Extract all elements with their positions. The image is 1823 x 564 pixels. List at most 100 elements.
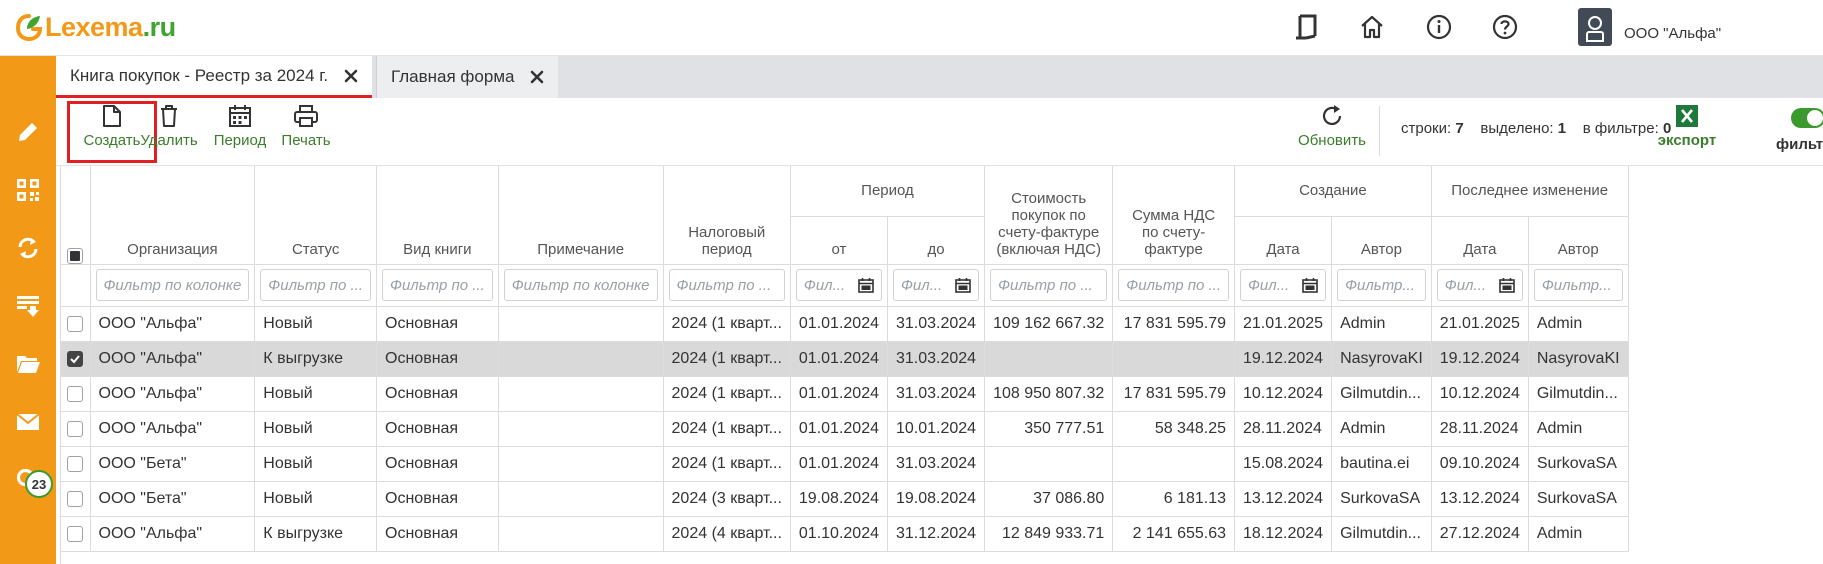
print-button[interactable]: Печать: [277, 104, 335, 160]
export-button[interactable]: экспорт: [1656, 104, 1718, 160]
calendar-icon[interactable]: [858, 277, 874, 293]
cell-m-author: NasyrovaKI: [1528, 341, 1629, 377]
table-row[interactable]: ООО "Альфа" К выгрузке Основная 2024 (4 ква…: [61, 516, 1629, 552]
purchase-book-table: Организация Статус Вид книги Примечание …: [61, 166, 1629, 552]
home-icon[interactable]: [1357, 12, 1387, 42]
col-header-created-author[interactable]: Автор: [1331, 216, 1432, 265]
filter-org-input[interactable]: Фильтр по колонке: [95, 269, 250, 301]
close-icon[interactable]: [528, 68, 546, 86]
lexema-logo[interactable]: Lexema.ru: [14, 9, 176, 45]
filter-kind-input[interactable]: Фильтр по ...: [382, 269, 493, 301]
table-row[interactable]: ООО "Бета" Новый Основная 2024 (3 кварт... 1…: [61, 481, 1629, 517]
tab-purchase-book[interactable]: Книга покупок - Реестр за 2024 г.: [56, 56, 373, 98]
table-row[interactable]: ООО "Альфа" К выгрузке Основная 2024 (1 ква…: [61, 341, 1629, 377]
cell-tax-period: 2024 (1 кварт...: [663, 341, 791, 377]
filter-created-date-input[interactable]: Фил...: [1240, 269, 1327, 301]
cell-cost: 109 162 667.32: [984, 306, 1114, 342]
col-header-cost[interactable]: Стоимость покупок по счету-фактуре (вклю…: [984, 166, 1114, 265]
filter-modified-author-input[interactable]: Фильтр...: [1533, 269, 1623, 301]
filter-placeholder: Фильтр...: [1541, 276, 1612, 294]
mail-icon[interactable]: [0, 400, 56, 444]
filter-cell: Фил...: [790, 264, 888, 307]
create-label: Создать: [83, 132, 141, 149]
filter-from-input[interactable]: Фил...: [795, 269, 882, 301]
filter-placeholder: Фильтр по колонке: [103, 276, 242, 294]
col-header-to[interactable]: до: [887, 216, 986, 265]
filter-toggle[interactable]: [1791, 108, 1823, 128]
col-header-status[interactable]: Статус: [254, 166, 378, 265]
cell-c-date: 18.12.2024: [1234, 516, 1333, 552]
refresh-button[interactable]: Обновить: [1292, 104, 1372, 160]
cell-org: ООО "Бета": [90, 446, 256, 482]
cell-c-author: Gilmutdin...: [1331, 516, 1432, 552]
download-list-icon[interactable]: [0, 284, 56, 328]
row-checkbox[interactable]: [67, 490, 84, 507]
user-menu[interactable]: ООО "Альфа": [1578, 8, 1721, 46]
cell-kind: Основная: [376, 446, 499, 482]
select-all-checkbox[interactable]: [67, 247, 84, 263]
cell-vat: [1112, 446, 1235, 482]
cell-note: [498, 446, 664, 482]
filter-placeholder: Фил...: [900, 276, 943, 294]
table-row[interactable]: ООО "Альфа" Новый Основная 2024 (1 кварт...…: [61, 376, 1629, 412]
info-icon[interactable]: [1424, 12, 1454, 42]
cell-kind: Основная: [376, 341, 499, 377]
col-header-modified-author[interactable]: Автор: [1528, 216, 1629, 265]
cell-org: ООО "Альфа": [90, 516, 256, 552]
close-icon[interactable]: [342, 67, 360, 85]
cell-c-date: 21.01.2025: [1234, 306, 1333, 342]
filter-created-author-input[interactable]: Фильтр...: [1337, 269, 1426, 301]
filter-modified-date-input[interactable]: Фил...: [1436, 269, 1523, 301]
row-checkbox[interactable]: [67, 455, 84, 472]
pencil-icon[interactable]: [0, 110, 56, 154]
col-header-note[interactable]: Примечание: [498, 166, 664, 265]
calendar-icon[interactable]: [955, 277, 971, 293]
calendar-icon[interactable]: [1499, 277, 1515, 293]
filter-cost-input[interactable]: Фильтр по ...: [990, 269, 1108, 301]
calendar-icon[interactable]: [1302, 277, 1318, 293]
col-header-vat[interactable]: Сумма НДС по счету-фактуре: [1112, 166, 1235, 265]
document-icon[interactable]: [1292, 12, 1322, 42]
delete-button[interactable]: Удалить: [139, 104, 199, 160]
cell-to: 31.03.2024: [887, 376, 986, 412]
filter-status-input[interactable]: Фильтр по ...: [260, 269, 372, 301]
help-icon[interactable]: [1490, 12, 1520, 42]
toolbar-divider: [1379, 106, 1380, 156]
cell-status: К выгрузке: [254, 516, 378, 552]
period-button[interactable]: Период: [211, 104, 269, 160]
row-checkbox-cell: [61, 516, 91, 552]
cell-org: ООО "Альфа": [90, 306, 256, 342]
col-header-org[interactable]: Организация: [90, 166, 256, 265]
cell-from: 01.10.2024: [790, 516, 888, 552]
filter-placeholder: Фильтр по колонке: [511, 276, 650, 294]
filter-cell: Фильтр по ...: [254, 264, 378, 307]
row-checkbox[interactable]: [67, 525, 84, 542]
filter-vat-input[interactable]: Фильтр по ...: [1118, 269, 1229, 301]
col-header-from[interactable]: от: [790, 216, 888, 265]
cell-m-date: 09.10.2024: [1431, 446, 1529, 482]
table-row[interactable]: ООО "Бета" Новый Основная 2024 (1 кварт... 0…: [61, 446, 1629, 482]
table-row[interactable]: ООО "Альфа" Новый Основная 2024 (1 кварт...…: [61, 306, 1629, 342]
create-button[interactable]: Создать: [75, 104, 149, 160]
filter-tax-period-input[interactable]: Фильтр по ...: [668, 269, 785, 301]
qr-code-icon[interactable]: [0, 168, 56, 212]
col-header-tax-period[interactable]: Налоговый период: [663, 166, 791, 265]
col-header-modified-date[interactable]: Дата: [1431, 216, 1529, 265]
tab-main-form[interactable]: Главная форма: [376, 56, 559, 98]
filter-row: Фильтр по колонке Фильтр по ... Фильтр п…: [61, 264, 1629, 307]
col-header-created-date[interactable]: Дата: [1234, 216, 1333, 265]
folder-icon[interactable]: [0, 342, 56, 386]
sync-icon[interactable]: [0, 226, 56, 270]
row-checkbox[interactable]: [67, 350, 84, 367]
group-header-created: Создание: [1234, 166, 1432, 217]
row-checkbox[interactable]: [67, 385, 84, 402]
row-checkbox[interactable]: [67, 420, 84, 437]
table-row[interactable]: ООО "Альфа" Новый Основная 2024 (1 кварт...…: [61, 411, 1629, 447]
filter-label: фильтр: [1776, 136, 1823, 153]
cell-m-date: 13.12.2024: [1431, 481, 1529, 517]
filter-to-input[interactable]: Фил...: [892, 269, 980, 301]
col-header-kind[interactable]: Вид книги: [376, 166, 499, 265]
row-checkbox[interactable]: [67, 315, 84, 332]
filter-placeholder: Фил...: [1248, 276, 1290, 294]
filter-note-input[interactable]: Фильтр по колонке: [503, 269, 658, 301]
